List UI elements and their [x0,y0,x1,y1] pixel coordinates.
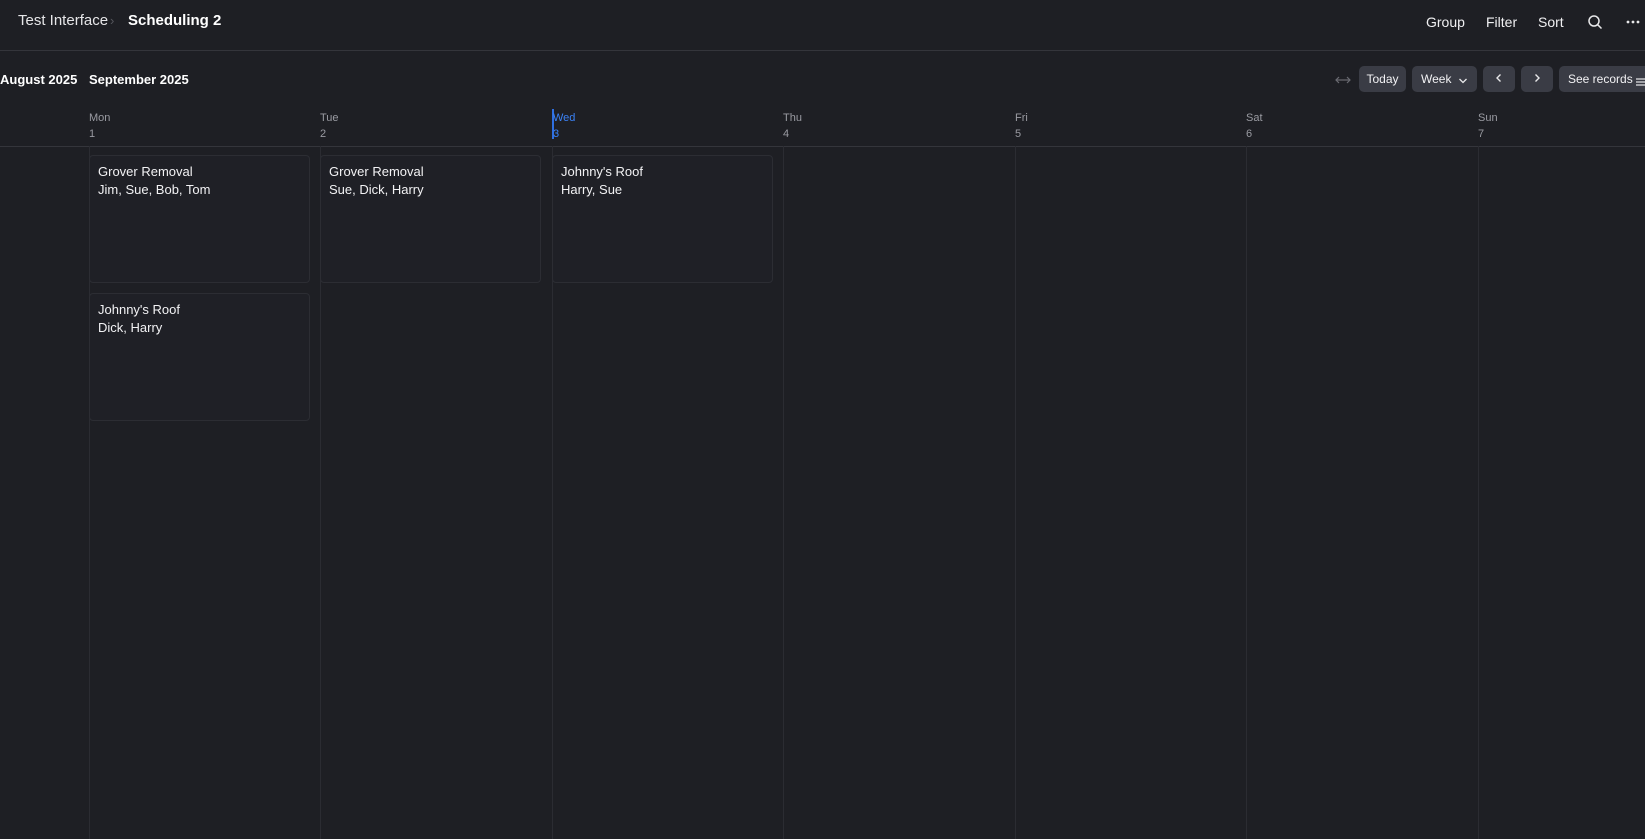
today-button[interactable]: Today [1359,66,1406,92]
event-card[interactable]: Johnny's Roof Harry, Sue [552,155,773,283]
day-header-sun: Sun 7 [1478,110,1498,142]
day-header-sat: Sat 6 [1246,110,1263,142]
day-name: Fri [1015,112,1028,124]
see-records-button[interactable]: See records [1559,66,1645,92]
breadcrumb-app[interactable]: Test Interface [18,12,108,29]
chevron-left-icon [1495,72,1503,86]
day-name: Thu [783,112,802,124]
day-header-mon: Mon 1 [89,110,110,142]
column-divider [1246,146,1247,839]
day-name: Mon [89,112,111,124]
sort-button[interactable]: Sort [1538,14,1564,30]
top-bar: Test Interface › Scheduling 2 Group Filt… [0,0,1645,51]
page-title: Scheduling 2 [128,12,222,29]
list-icon [1636,75,1645,89]
filter-button[interactable]: Filter [1486,14,1517,30]
day-name: Tue [320,112,339,124]
next-week-button[interactable] [1521,66,1553,92]
event-card[interactable]: Grover Removal Jim, Sue, Bob, Tom [89,155,310,283]
day-date: 6 [1246,128,1253,140]
day-name: Sun [1478,112,1498,124]
breadcrumb-separator: › [110,13,115,28]
column-divider [1478,146,1479,839]
day-header-wed: Wed 3 [553,110,575,142]
today-button-label: Today [1366,72,1399,86]
event-people: Harry, Sue [561,182,623,197]
event-title: Grover Removal [98,164,193,179]
prev-week-button[interactable] [1483,66,1515,92]
event-people: Sue, Dick, Harry [329,182,424,197]
day-date: 7 [1478,128,1485,140]
event-card[interactable]: Grover Removal Sue, Dick, Harry [320,155,541,283]
search-icon[interactable] [1585,12,1605,32]
day-header-thu: Thu 4 [783,110,802,142]
chevron-down-icon [1458,74,1468,88]
event-title: Grover Removal [329,164,424,179]
prev-month-label[interactable]: August 2025 [0,72,77,87]
event-title: Johnny's Roof [98,302,180,317]
group-button[interactable]: Group [1426,14,1465,30]
view-select-value: Week [1421,72,1452,86]
day-date: 1 [89,128,96,140]
current-month-label: September 2025 [89,72,189,87]
expand-horizontal-icon[interactable] [1334,72,1352,88]
column-divider [1015,146,1016,839]
day-name: Sat [1246,112,1263,124]
day-date: 3 [553,128,560,140]
event-title: Johnny's Roof [561,164,643,179]
day-date: 5 [1015,128,1022,140]
day-header-tue: Tue 2 [320,110,339,142]
view-select[interactable]: Week [1412,66,1477,92]
header-divider [0,146,1645,147]
event-card[interactable]: Johnny's Roof Dick, Harry [89,293,310,421]
column-divider [783,146,784,839]
event-people: Dick, Harry [98,320,163,335]
chevron-right-icon [1533,72,1541,86]
more-horizontal-icon[interactable] [1624,12,1642,32]
day-date: 4 [783,128,790,140]
event-people: Jim, Sue, Bob, Tom [98,182,211,197]
day-date: 2 [320,128,327,140]
day-header-fri: Fri 5 [1015,110,1028,142]
see-records-label: See records [1568,72,1633,86]
day-name: Wed [553,112,576,124]
